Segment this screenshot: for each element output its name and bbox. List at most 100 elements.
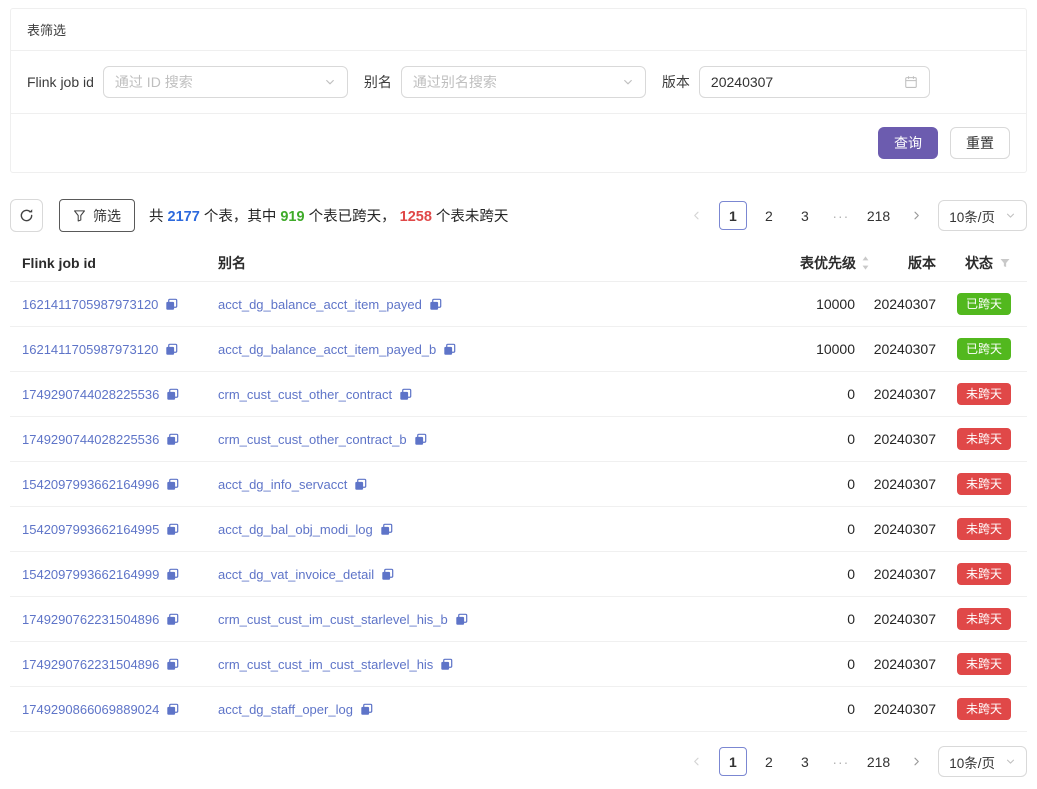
- alias-link[interactable]: crm_cust_cust_im_cust_starlevel_his_b: [218, 612, 448, 627]
- flink-job-id-link[interactable]: 1542097993662164999: [22, 567, 159, 582]
- column-header-version: 版本: [855, 253, 936, 273]
- copy-icon[interactable]: [165, 298, 178, 311]
- version-date-input[interactable]: 20240307: [699, 66, 930, 98]
- page-button-3[interactable]: 3: [791, 747, 819, 776]
- refresh-button[interactable]: [10, 199, 43, 232]
- flink-job-id-cell: 1749290866069889024: [22, 702, 218, 717]
- status-badge: 未跨天: [957, 473, 1011, 495]
- copy-icon[interactable]: [440, 658, 453, 671]
- priority-cell: 0: [705, 566, 855, 582]
- copy-icon[interactable]: [166, 568, 179, 581]
- column-header-priority[interactable]: 表优先级: [705, 253, 855, 273]
- copy-icon[interactable]: [354, 478, 367, 491]
- page-button-2[interactable]: 2: [755, 201, 783, 230]
- copy-icon[interactable]: [166, 388, 179, 401]
- flink-job-id-link[interactable]: 1621411705987973120: [22, 342, 158, 357]
- next-page-button[interactable]: [902, 747, 930, 776]
- summary-segment: 个表，其中: [200, 209, 281, 225]
- alias-placeholder: 通过别名搜索: [413, 72, 497, 92]
- table-row: 1542097993662164999 acct_dg_vat_invoice_…: [10, 552, 1027, 597]
- status-badge: 未跨天: [957, 698, 1011, 720]
- query-button[interactable]: 查询: [878, 127, 938, 159]
- copy-icon[interactable]: [380, 523, 393, 536]
- table-row: 1749290866069889024 acct_dg_staff_oper_l…: [10, 687, 1027, 732]
- copy-icon[interactable]: [381, 568, 394, 581]
- table-row: 1749290744028225536 crm_cust_cust_other_…: [10, 372, 1027, 417]
- page-button-last[interactable]: 218: [863, 201, 894, 230]
- copy-icon[interactable]: [166, 478, 179, 491]
- alias-link[interactable]: crm_cust_cust_other_contract: [218, 387, 392, 402]
- copy-icon[interactable]: [360, 703, 373, 716]
- alias-select[interactable]: 通过别名搜索: [401, 66, 646, 98]
- prev-page-button[interactable]: [683, 747, 711, 776]
- flink-job-id-link[interactable]: 1749290744028225536: [22, 432, 159, 447]
- page-button-1[interactable]: 1: [719, 201, 747, 230]
- next-page-button[interactable]: [902, 201, 930, 230]
- table-row: 1542097993662164996 acct_dg_info_servacc…: [10, 462, 1027, 507]
- alias-link[interactable]: acct_dg_balance_acct_item_payed: [218, 297, 422, 312]
- flink-job-id-cell: 1749290744028225536: [22, 432, 218, 447]
- copy-icon[interactable]: [414, 433, 427, 446]
- alias-link[interactable]: crm_cust_cust_other_contract_b: [218, 432, 407, 447]
- page-size-select[interactable]: 10条/页: [938, 746, 1027, 777]
- copy-icon[interactable]: [429, 298, 442, 311]
- copy-icon[interactable]: [166, 523, 179, 536]
- status-cell: 未跨天: [936, 428, 1011, 450]
- column-filter-icon[interactable]: [999, 257, 1011, 269]
- status-badge: 已跨天: [957, 338, 1011, 360]
- copy-icon[interactable]: [443, 343, 456, 356]
- alias-cell: acct_dg_staff_oper_log: [218, 702, 705, 717]
- copy-icon[interactable]: [165, 343, 178, 356]
- page-ellipsis[interactable]: ···: [827, 201, 855, 230]
- alias-link[interactable]: crm_cust_cust_im_cust_starlevel_his: [218, 657, 433, 672]
- version-cell: 20240307: [855, 296, 936, 312]
- alias-cell: acct_dg_balance_acct_item_payed: [218, 297, 705, 312]
- alias-link[interactable]: acct_dg_balance_acct_item_payed_b: [218, 342, 436, 357]
- alias-cell: acct_dg_info_servacct: [218, 477, 705, 492]
- flink-job-id-link[interactable]: 1542097993662164995: [22, 522, 159, 537]
- copy-icon[interactable]: [166, 703, 179, 716]
- copy-icon[interactable]: [166, 613, 179, 626]
- version-cell: 20240307: [855, 386, 936, 402]
- copy-icon[interactable]: [399, 388, 412, 401]
- version-cell: 20240307: [855, 656, 936, 672]
- flink-job-id-link[interactable]: 1749290762231504896: [22, 657, 159, 672]
- flink-job-id-cell: 1621411705987973120: [22, 297, 218, 312]
- flink-job-id-cell: 1749290762231504896: [22, 657, 218, 672]
- copy-icon[interactable]: [166, 658, 179, 671]
- page-button-last[interactable]: 218: [863, 747, 894, 776]
- table-row: 1621411705987973120 acct_dg_balance_acct…: [10, 327, 1027, 372]
- flink-job-id-link[interactable]: 1749290866069889024: [22, 702, 159, 717]
- version-field: 版本 20240307: [662, 66, 930, 98]
- alias-link[interactable]: acct_dg_info_servacct: [218, 477, 347, 492]
- table-row: 1542097993662164995 acct_dg_bal_obj_modi…: [10, 507, 1027, 552]
- flink-job-id-link[interactable]: 1542097993662164996: [22, 477, 159, 492]
- column-header-status: 状态: [936, 253, 1011, 273]
- alias-link[interactable]: acct_dg_vat_invoice_detail: [218, 567, 374, 582]
- page-button-2[interactable]: 2: [755, 747, 783, 776]
- page-button-1[interactable]: 1: [719, 747, 747, 776]
- status-badge: 未跨天: [957, 383, 1011, 405]
- flink-job-id-link[interactable]: 1749290744028225536: [22, 387, 159, 402]
- flink-job-id-link[interactable]: 1749290762231504896: [22, 612, 159, 627]
- filter-card-title: 表筛选: [11, 9, 1026, 51]
- page-button-3[interactable]: 3: [791, 201, 819, 230]
- flink-job-id-cell: 1749290744028225536: [22, 387, 218, 402]
- calendar-icon: [904, 75, 918, 89]
- page-ellipsis[interactable]: ···: [827, 747, 855, 776]
- table-row: 1749290762231504896 crm_cust_cust_im_cus…: [10, 642, 1027, 687]
- version-cell: 20240307: [855, 521, 936, 537]
- flink-job-id-select[interactable]: 通过 ID 搜索: [103, 66, 348, 98]
- uncrossed-count: 1258: [400, 209, 432, 225]
- alias-link[interactable]: acct_dg_staff_oper_log: [218, 702, 353, 717]
- alias-link[interactable]: acct_dg_bal_obj_modi_log: [218, 522, 373, 537]
- flink-job-id-link[interactable]: 1621411705987973120: [22, 297, 158, 312]
- filter-toggle-button[interactable]: 筛选: [59, 199, 135, 232]
- prev-page-button[interactable]: [683, 201, 711, 230]
- copy-icon[interactable]: [166, 433, 179, 446]
- copy-icon[interactable]: [455, 613, 468, 626]
- page-size-select[interactable]: 10条/页: [938, 200, 1027, 231]
- version-cell: 20240307: [855, 476, 936, 492]
- reset-button[interactable]: 重置: [950, 127, 1010, 159]
- status-cell: 未跨天: [936, 383, 1011, 405]
